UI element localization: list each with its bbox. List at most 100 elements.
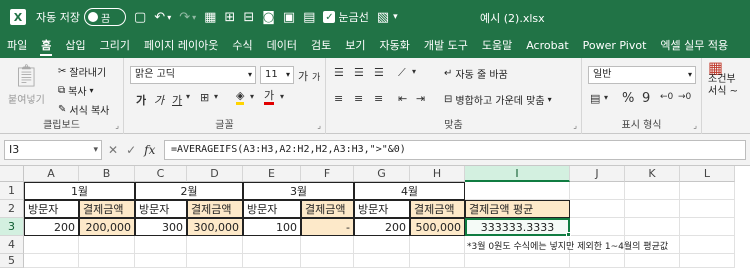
- align-top-icon[interactable]: ☰: [334, 66, 344, 79]
- month-header-cell[interactable]: 4월: [354, 182, 465, 200]
- column-header-d[interactable]: D: [187, 166, 243, 182]
- grid-cell[interactable]: [680, 182, 735, 200]
- shrink-font-button[interactable]: 가: [312, 70, 320, 83]
- column-header-c[interactable]: C: [135, 166, 187, 182]
- comma-button[interactable]: 9: [642, 91, 650, 106]
- grid-icon[interactable]: ▦: [204, 7, 216, 27]
- orientation-icon[interactable]: ⟋: [398, 66, 406, 80]
- grid-cell[interactable]: [24, 236, 79, 254]
- grid-cell[interactable]: [24, 254, 79, 268]
- value-cell[interactable]: 300,000: [187, 218, 243, 236]
- tab-3[interactable]: 그리기: [93, 34, 137, 58]
- grid-cell[interactable]: [465, 254, 570, 268]
- font-color-button[interactable]: 가: [264, 90, 275, 105]
- formula-input[interactable]: =AVERAGEIFS(A3:H3,A2:H2,H2,A3:H3,">"&0): [164, 140, 746, 160]
- value-cell[interactable]: 200: [24, 218, 79, 236]
- fill-handle[interactable]: [566, 232, 571, 237]
- grid-cell[interactable]: [301, 254, 354, 268]
- column-header-k[interactable]: K: [625, 166, 680, 182]
- grid-cell[interactable]: [680, 236, 735, 254]
- header-cell[interactable]: 결제금액: [79, 200, 135, 218]
- cancel-icon[interactable]: ✕: [108, 143, 118, 157]
- tab-11[interactable]: 도움말: [475, 34, 519, 58]
- percent-button[interactable]: %: [622, 91, 634, 106]
- grid-cell[interactable]: [354, 254, 410, 268]
- name-box[interactable]: I3 ▾: [4, 140, 102, 160]
- grid-cell[interactable]: [410, 236, 465, 254]
- align-bottom-icon[interactable]: ☰: [374, 66, 384, 79]
- underline-button[interactable]: 가: [172, 92, 182, 108]
- row-header-4[interactable]: 4: [0, 236, 24, 254]
- header-cell[interactable]: 방문자: [24, 200, 79, 218]
- row-header-1[interactable]: 1: [0, 182, 24, 200]
- grid-cell[interactable]: [79, 254, 135, 268]
- grid-cell[interactable]: [570, 254, 625, 268]
- grid-cell[interactable]: [135, 236, 187, 254]
- format-painter-button[interactable]: ✎ 서식 복사: [58, 102, 109, 117]
- value-cell[interactable]: 200,000: [79, 218, 135, 236]
- dialog-launcher-icon[interactable]: ⌟: [317, 121, 321, 130]
- grid-cell[interactable]: [680, 218, 735, 236]
- tab-4[interactable]: 페이지 레이아웃: [137, 34, 225, 58]
- more-icon[interactable]: ▾: [393, 7, 398, 27]
- paste-button[interactable]: 📋︎ 붙여넣기: [8, 64, 45, 106]
- column-header-e[interactable]: E: [243, 166, 301, 182]
- value-cell[interactable]: 100: [243, 218, 301, 236]
- conditional-icon[interactable]: ▤: [303, 7, 315, 27]
- camera-icon[interactable]: ◙: [262, 7, 275, 27]
- header-cell[interactable]: 방문자: [354, 200, 410, 218]
- grid-cell[interactable]: [135, 254, 187, 268]
- paste-values-icon[interactable]: ▣: [283, 7, 295, 27]
- result-cell[interactable]: 333333.3333: [465, 218, 570, 236]
- indent-decrease-icon[interactable]: ⇤: [398, 92, 407, 105]
- enter-icon[interactable]: ✓: [126, 143, 136, 157]
- increase-decimal-icon[interactable]: ←0: [660, 92, 673, 102]
- row-header-5[interactable]: 5: [0, 254, 24, 268]
- grid-cell[interactable]: [410, 254, 465, 268]
- header-cell[interactable]: 결제금액: [410, 200, 465, 218]
- chevron-down-icon[interactable]: ▾: [186, 92, 190, 101]
- palette-icon[interactable]: ▧: [377, 7, 389, 27]
- grid-cell[interactable]: [243, 254, 301, 268]
- indent-increase-icon[interactable]: ⇥: [416, 92, 425, 105]
- month-header-cell[interactable]: 3월: [243, 182, 354, 200]
- undo-icon[interactable]: ↶: [154, 7, 165, 27]
- merge-center-button[interactable]: ⊟ 병합하고 가운데 맞춤 ▾: [444, 92, 552, 107]
- font-size-select[interactable]: 11 ▾: [260, 66, 294, 84]
- cut-button[interactable]: ✂ 잘라내기: [58, 64, 106, 79]
- value-cell[interactable]: 200: [354, 218, 410, 236]
- border-icon[interactable]: ⊞: [200, 91, 209, 104]
- align-right-icon[interactable]: ≡: [374, 92, 383, 105]
- column-header-g[interactable]: G: [354, 166, 410, 182]
- dialog-launcher-icon[interactable]: ⌟: [573, 121, 577, 130]
- header-cell[interactable]: 결제금액: [187, 200, 243, 218]
- dialog-launcher-icon[interactable]: ⌟: [693, 121, 697, 130]
- copy-button[interactable]: ⧉ 복사 ▾: [58, 83, 94, 98]
- undo-dropdown-icon[interactable]: ▾: [167, 7, 171, 27]
- grid-cell[interactable]: [570, 182, 625, 200]
- insert-function-button[interactable]: fx: [144, 143, 155, 157]
- align-middle-icon[interactable]: ☰: [354, 66, 364, 79]
- column-header-b[interactable]: B: [79, 166, 135, 182]
- month-header-cell[interactable]: 1월: [24, 182, 135, 200]
- chevron-down-icon[interactable]: ▾: [214, 92, 218, 101]
- grid-cell[interactable]: [79, 236, 135, 254]
- header-cell[interactable]: 방문자: [135, 200, 187, 218]
- tab-8[interactable]: 보기: [338, 34, 372, 58]
- tab-12[interactable]: Acrobat: [519, 34, 575, 58]
- column-header-j[interactable]: J: [570, 166, 625, 182]
- grid-cell[interactable]: [570, 200, 625, 218]
- row-header-3[interactable]: 3: [0, 218, 24, 236]
- grid-cell[interactable]: [625, 254, 680, 268]
- tab-10[interactable]: 개발 도구: [417, 34, 475, 58]
- tab-0[interactable]: 파일: [0, 34, 34, 58]
- italic-button[interactable]: 가: [154, 92, 164, 108]
- column-header-a[interactable]: A: [24, 166, 79, 182]
- chevron-down-icon[interactable]: ▾: [250, 92, 254, 101]
- font-name-select[interactable]: 맑은 고딕 ▾: [130, 66, 256, 84]
- column-header-h[interactable]: H: [410, 166, 465, 182]
- value-cell[interactable]: 500,000: [410, 218, 465, 236]
- align-center-icon[interactable]: ≡: [354, 92, 363, 105]
- tab-1[interactable]: 홈: [34, 34, 58, 58]
- grid-cell[interactable]: [680, 254, 735, 268]
